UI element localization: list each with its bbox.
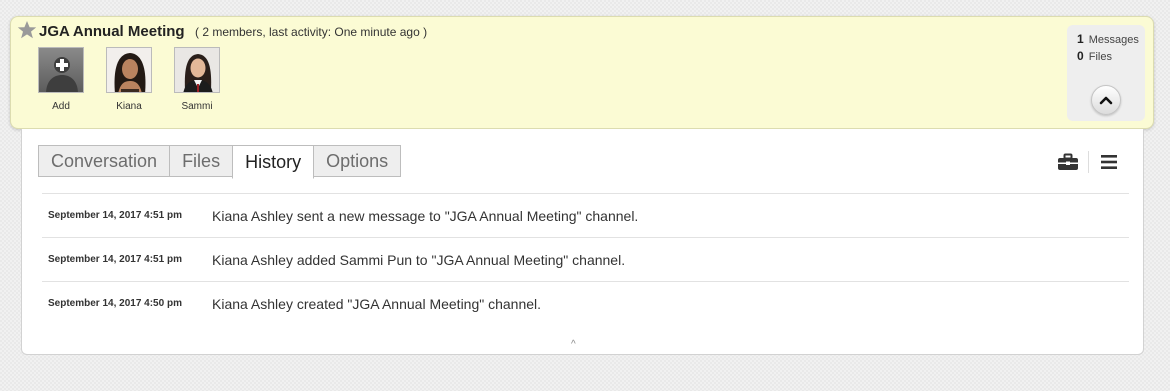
member-label: Add: [52, 101, 70, 112]
member-label: Sammi: [181, 101, 213, 112]
member-kiana[interactable]: Kiana: [105, 47, 153, 112]
files-count: 0: [1077, 49, 1084, 63]
add-user-icon[interactable]: [38, 47, 84, 93]
caret-up-icon[interactable]: ^: [571, 339, 576, 350]
tab-bar: Conversation Files History Options: [38, 145, 402, 179]
member-sammi[interactable]: Sammi: [173, 47, 221, 112]
history-text: Kiana Ashley added Sammi Pun to "JGA Ann…: [212, 251, 626, 268]
avatar[interactable]: [106, 47, 152, 93]
history-text: Kiana Ashley created "JGA Annual Meeting…: [212, 295, 542, 312]
files-label: Files: [1088, 51, 1112, 63]
history-date: September 14, 2017 4:50 pm: [48, 298, 182, 309]
avatar[interactable]: [174, 47, 220, 93]
history-list: September 14, 2017 4:51 pm Kiana Ashley …: [42, 193, 1129, 325]
add-member[interactable]: Add: [37, 47, 85, 112]
hamburger-menu-icon[interactable]: [1095, 151, 1123, 173]
history-row: September 14, 2017 4:50 pm Kiana Ashley …: [42, 282, 1129, 325]
history-text: Kiana Ashley sent a new message to "JGA …: [212, 207, 639, 224]
collapse-header-button[interactable]: [1091, 85, 1121, 115]
channel-title: JGA Annual Meeting: [39, 23, 185, 40]
members-list: Add Kiana Sammi: [37, 47, 221, 112]
messages-count-row: 1 Messages: [1077, 31, 1145, 48]
history-date: September 14, 2017 4:51 pm: [48, 210, 182, 221]
files-count-row: 0 Files: [1077, 48, 1145, 65]
member-label: Kiana: [116, 101, 142, 112]
channel-stats: 1 Messages 0 Files: [1067, 25, 1145, 121]
tab-conversation[interactable]: Conversation: [38, 145, 171, 177]
messages-count: 1: [1077, 32, 1084, 46]
tab-history[interactable]: History: [232, 145, 315, 179]
history-row: September 14, 2017 4:51 pm Kiana Ashley …: [42, 194, 1129, 238]
star-icon[interactable]: [17, 20, 37, 40]
tab-options[interactable]: Options: [313, 145, 402, 177]
briefcase-icon[interactable]: [1054, 151, 1082, 173]
tab-files[interactable]: Files: [169, 145, 234, 177]
channel-panel: Conversation Files History Options Septe…: [21, 129, 1144, 355]
channel-subtitle: ( 2 members, last activity: One minute a…: [195, 25, 428, 39]
history-row: September 14, 2017 4:51 pm Kiana Ashley …: [42, 238, 1129, 282]
toolbar-divider: [1088, 151, 1089, 173]
chevron-up-icon: [1099, 96, 1113, 105]
channel-header: JGA Annual Meeting ( 2 members, last act…: [10, 16, 1154, 129]
messages-label: Messages: [1088, 34, 1139, 46]
history-date: September 14, 2017 4:51 pm: [48, 254, 182, 265]
panel-toolbar: [1054, 151, 1123, 173]
